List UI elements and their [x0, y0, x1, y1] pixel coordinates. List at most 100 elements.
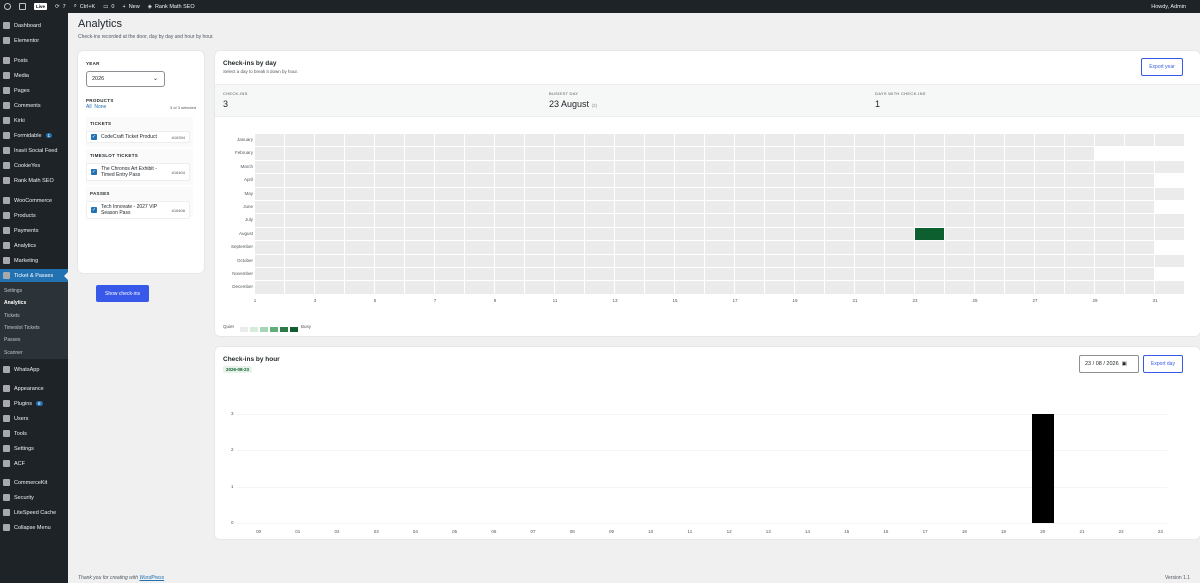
sidebar-item-users[interactable]: Users — [0, 412, 68, 425]
day-cell[interactable] — [885, 187, 914, 200]
day-cell[interactable] — [735, 160, 764, 174]
sidebar-item-collapse-menu[interactable]: Collapse Menu — [0, 521, 68, 534]
day-cell[interactable] — [585, 214, 614, 227]
day-cell[interactable] — [285, 160, 314, 174]
day-cell[interactable] — [675, 241, 704, 254]
day-cell[interactable] — [375, 174, 404, 187]
day-cell[interactable] — [1095, 214, 1124, 227]
day-cell[interactable] — [1095, 201, 1124, 214]
wordpress-link[interactable]: WordPress — [139, 575, 164, 581]
day-cell[interactable] — [945, 268, 974, 281]
day-cell[interactable] — [315, 187, 344, 200]
day-cell[interactable] — [645, 241, 674, 254]
day-cell[interactable] — [525, 227, 554, 241]
day-cell[interactable] — [255, 214, 284, 227]
day-cell[interactable] — [585, 134, 614, 147]
submenu-analytics[interactable]: Analytics — [4, 300, 26, 306]
day-cell[interactable] — [645, 281, 674, 294]
day-cell[interactable] — [705, 174, 734, 187]
sidebar-item-security[interactable]: Security — [0, 491, 68, 504]
day-cell[interactable] — [315, 134, 344, 147]
day-cell[interactable] — [1035, 134, 1064, 147]
day-cell[interactable] — [435, 160, 464, 174]
day-cell[interactable] — [915, 268, 944, 281]
new-content-link[interactable]: + New — [118, 0, 143, 13]
day-cell[interactable] — [855, 160, 884, 174]
day-cell[interactable] — [1065, 160, 1094, 174]
day-cell[interactable] — [885, 268, 914, 281]
day-cell[interactable] — [285, 134, 314, 147]
day-cell[interactable] — [1125, 201, 1154, 214]
updates-link[interactable]: ⟳ 7 — [51, 0, 70, 13]
day-cell[interactable] — [645, 174, 674, 187]
day-cell[interactable] — [705, 281, 734, 294]
day-cell[interactable] — [675, 214, 704, 227]
sidebar-item-products[interactable]: Products — [0, 209, 68, 222]
sidebar-item-media[interactable]: Media — [0, 69, 68, 82]
day-cell[interactable] — [945, 134, 974, 147]
day-cell[interactable] — [315, 174, 344, 187]
day-cell[interactable] — [1125, 254, 1154, 267]
day-cell[interactable] — [525, 160, 554, 174]
day-cell[interactable] — [345, 174, 374, 187]
day-cell[interactable] — [315, 160, 344, 174]
hour-bar[interactable] — [1031, 414, 1054, 523]
day-cell[interactable] — [315, 227, 344, 241]
day-cell[interactable] — [1065, 174, 1094, 187]
day-cell[interactable] — [1065, 134, 1094, 147]
day-cell[interactable] — [945, 214, 974, 227]
day-cell[interactable] — [975, 187, 1004, 200]
day-cell[interactable] — [435, 187, 464, 200]
select-all-link[interactable]: All — [86, 104, 92, 110]
day-cell[interactable] — [405, 268, 434, 281]
day-cell[interactable] — [1035, 187, 1064, 200]
day-cell[interactable] — [975, 201, 1004, 214]
day-cell[interactable] — [1035, 227, 1064, 241]
select-none-link[interactable]: None — [94, 104, 106, 110]
day-cell[interactable] — [885, 201, 914, 214]
day-cell[interactable] — [885, 241, 914, 254]
day-cell[interactable] — [435, 134, 464, 147]
day-cell[interactable] — [345, 268, 374, 281]
day-cell[interactable] — [765, 201, 794, 214]
day-cell[interactable] — [375, 187, 404, 200]
day-cell[interactable] — [885, 147, 914, 160]
day-cell[interactable] — [1005, 281, 1034, 294]
day-cell[interactable] — [585, 241, 614, 254]
day-cell[interactable] — [555, 268, 584, 281]
day-cell[interactable] — [375, 160, 404, 174]
day-cell[interactable] — [585, 174, 614, 187]
day-cell[interactable] — [1095, 160, 1124, 174]
day-cell[interactable] — [405, 227, 434, 241]
day-cell[interactable] — [765, 214, 794, 227]
day-cell[interactable] — [345, 227, 374, 241]
day-cell[interactable] — [975, 268, 1004, 281]
sidebar-item-commercekit[interactable]: CommerceKit — [0, 476, 68, 489]
day-cell[interactable] — [1095, 227, 1124, 241]
day-cell[interactable] — [645, 160, 674, 174]
sidebar-item-marketing[interactable]: Marketing — [0, 254, 68, 267]
day-cell[interactable] — [975, 147, 1004, 160]
day-cell[interactable] — [735, 134, 764, 147]
day-cell[interactable] — [765, 187, 794, 200]
day-cell[interactable] — [585, 268, 614, 281]
sidebar-item-elementor[interactable]: Elementor — [0, 34, 68, 47]
day-cell[interactable] — [615, 160, 644, 174]
day-cell[interactable] — [705, 227, 734, 241]
day-cell[interactable] — [915, 241, 944, 254]
day-cell[interactable] — [465, 241, 494, 254]
day-cell[interactable] — [675, 147, 704, 160]
day-cell[interactable] — [345, 241, 374, 254]
day-cell[interactable] — [615, 254, 644, 267]
sidebar-item-tools[interactable]: Tools — [0, 427, 68, 440]
day-cell[interactable] — [465, 254, 494, 267]
day-cell[interactable] — [735, 241, 764, 254]
day-cell[interactable] — [465, 134, 494, 147]
day-cell[interactable] — [285, 147, 314, 160]
day-cell[interactable] — [1065, 214, 1094, 227]
day-cell[interactable] — [1035, 241, 1064, 254]
day-cell[interactable] — [1095, 241, 1124, 254]
sidebar-item-woocommerce[interactable]: WooCommerce — [0, 194, 68, 207]
day-cell[interactable] — [375, 281, 404, 294]
day-cell[interactable] — [345, 201, 374, 214]
